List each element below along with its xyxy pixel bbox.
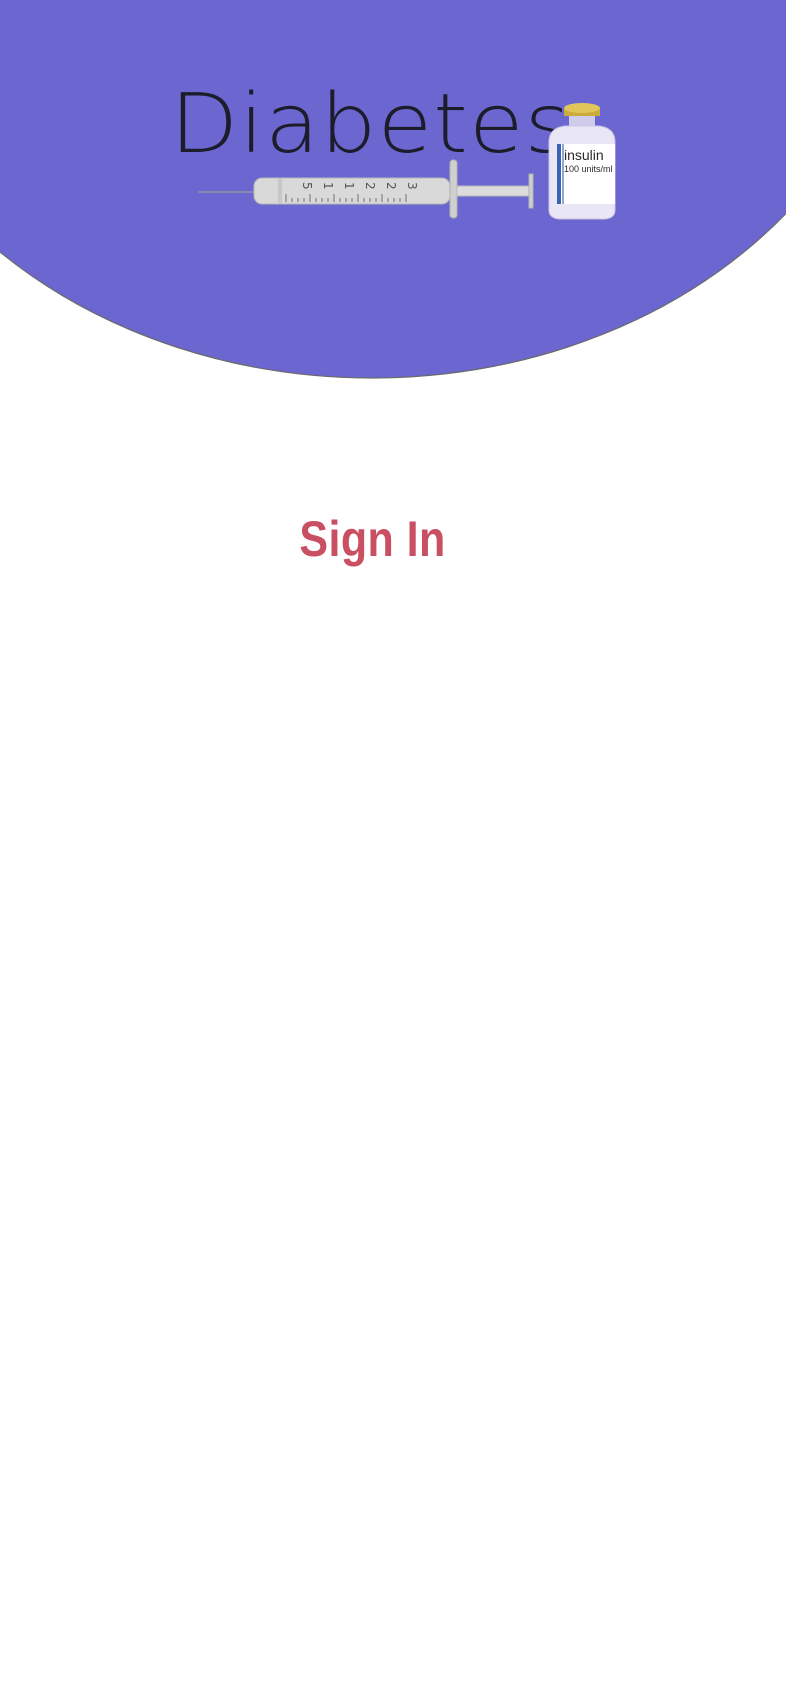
syringe-mark-5: 2 xyxy=(384,182,398,190)
vial-label: insulin xyxy=(564,147,604,163)
insulin-vial-icon: insulin 100 units/ml xyxy=(543,102,621,222)
syringe-mark-6: 3 xyxy=(405,182,419,190)
page-title: Sign In xyxy=(299,511,446,567)
vial-sublabel: 100 units/ml xyxy=(564,164,613,174)
logo-wordmark: Diabetes xyxy=(170,77,572,172)
syringe-mark-1: 5 xyxy=(300,182,314,190)
syringe-mark-4: 2 xyxy=(363,182,377,190)
syringe-icon: 5 1 1 2 2 3 xyxy=(198,159,534,219)
syringe-mark-2: 1 xyxy=(321,182,335,190)
syringe-mark-3: 1 xyxy=(342,182,356,190)
sign-in-screen: Diabetes 5 1 1 2 2 3 insulin 100 units/m… xyxy=(0,0,786,1702)
